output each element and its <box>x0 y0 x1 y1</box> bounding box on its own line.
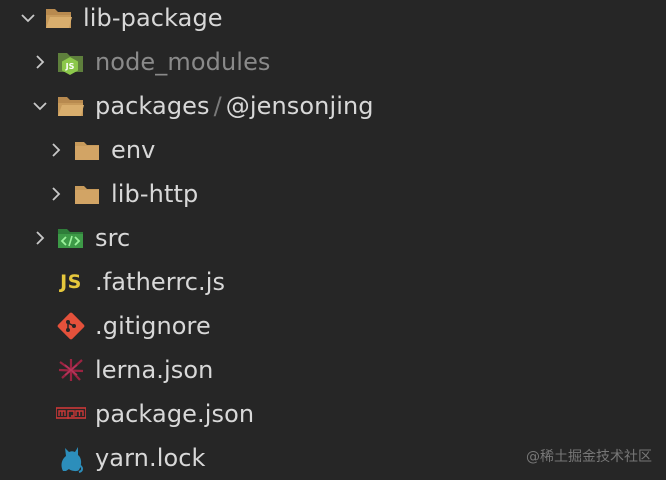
svg-text:JS: JS <box>65 62 75 71</box>
chevron-down-icon[interactable] <box>30 96 50 116</box>
tree-item-label: .fatherrc.js <box>95 268 226 296</box>
tree-item-src[interactable]: src <box>0 216 666 260</box>
folder-icon <box>72 179 102 209</box>
tree-item-fatherrc-js[interactable]: JS .fatherrc.js <box>0 260 666 304</box>
chevron-right-icon[interactable] <box>46 184 66 204</box>
node-modules-folder-icon: JS <box>56 47 86 77</box>
tree-item-label: src <box>95 224 131 252</box>
tree-item-packages[interactable]: packages / @jensonjing <box>0 84 666 128</box>
folder-open-icon <box>56 91 86 121</box>
tree-item-label: lerna.json <box>95 356 214 384</box>
tree-item-label: package.json <box>95 400 255 428</box>
tree-item-label: lib-package <box>83 4 223 32</box>
chevron-down-icon[interactable] <box>18 8 38 28</box>
folder-open-icon <box>44 3 74 33</box>
src-folder-icon <box>56 223 86 253</box>
js-icon-text: JS <box>60 271 82 293</box>
chevron-right-icon[interactable] <box>46 140 66 160</box>
tree-item-label: node_modules <box>95 48 271 76</box>
chevron-right-icon[interactable] <box>30 52 50 72</box>
folder-icon <box>72 135 102 165</box>
chevron-right-icon[interactable] <box>30 228 50 248</box>
file-explorer-tree: lib-package JS node_modules packages / @… <box>0 0 666 480</box>
tree-item-lib-package[interactable]: lib-package <box>0 0 658 40</box>
tree-item-gitignore[interactable]: .gitignore <box>0 304 666 348</box>
tree-item-package-json[interactable]: package.json <box>0 392 666 436</box>
yarn-cat-icon <box>56 443 86 473</box>
tree-item-lerna-json[interactable]: lerna.json <box>0 348 666 392</box>
tree-item-node-modules[interactable]: JS node_modules <box>0 40 666 84</box>
tree-item-label: env <box>111 136 156 164</box>
git-icon <box>56 311 86 341</box>
npm-icon <box>56 399 86 429</box>
tree-item-label: packages <box>95 92 210 120</box>
lerna-icon <box>56 355 86 385</box>
compact-folder-separator: / <box>213 92 222 120</box>
watermark: @稀土掘金技术社区 <box>526 449 652 465</box>
tree-item-label: lib-http <box>111 180 199 208</box>
tree-item-label: yarn.lock <box>95 444 206 472</box>
compact-folder-suffix[interactable]: @jensonjing <box>226 91 374 121</box>
tree-item-lib-http[interactable]: lib-http <box>0 172 666 216</box>
tree-item-label: .gitignore <box>95 312 211 340</box>
javascript-file-icon: JS <box>56 267 86 297</box>
tree-item-env[interactable]: env <box>0 128 666 172</box>
